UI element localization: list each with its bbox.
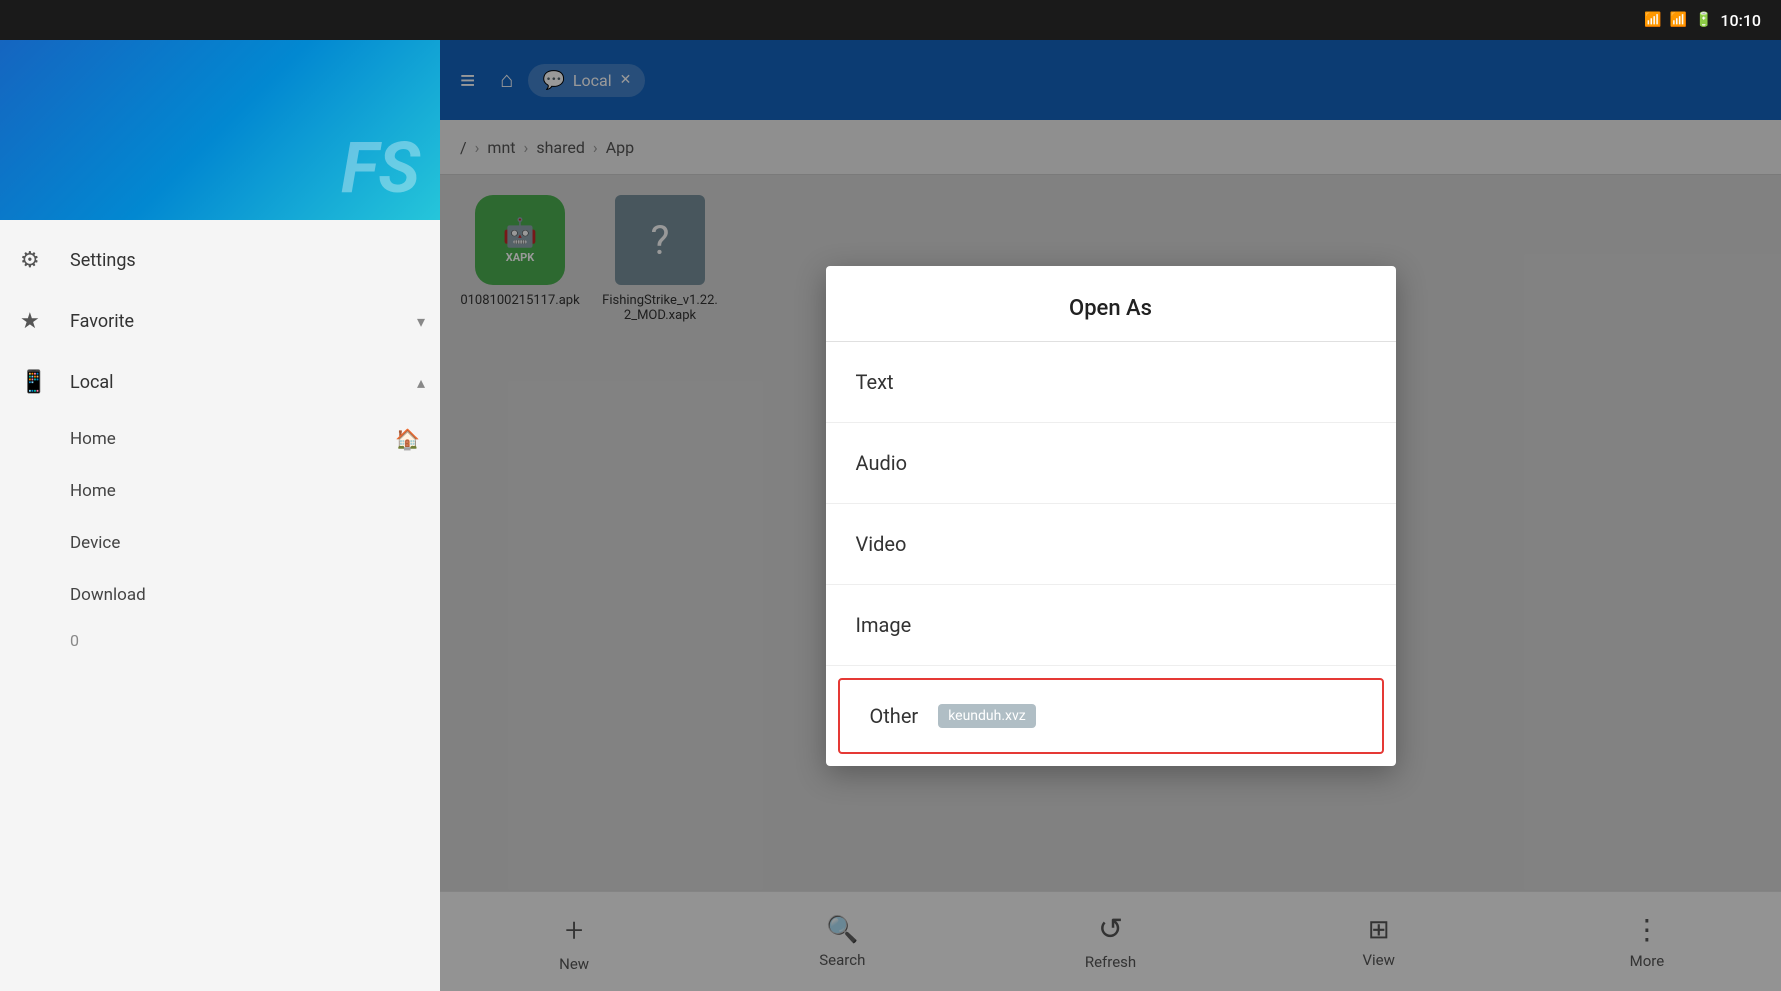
home1-icon: 🏠	[395, 427, 420, 451]
wifi-icon: 📶	[1644, 12, 1661, 28]
favorite-label: Favorite	[70, 311, 134, 332]
local-label: Local	[70, 372, 114, 393]
app-container: FS ⚙ Settings ★ Favorite ▾ 📱 Local ▴ Hom	[0, 40, 1781, 991]
dialog-option-video[interactable]: Video	[826, 504, 1396, 585]
sidebar-sub-home1[interactable]: Home 🏠	[0, 413, 440, 465]
sidebar-sub-device[interactable]: Device	[0, 517, 440, 569]
local-arrow: ▴	[417, 373, 425, 392]
sidebar-item-favorite[interactable]: ★ Favorite ▾	[0, 291, 440, 352]
sidebar-logo: FS	[341, 128, 420, 210]
dialog-option-audio[interactable]: Audio	[826, 423, 1396, 504]
sidebar-counter: 0	[0, 621, 440, 660]
battery-icon: 🔋	[1695, 12, 1712, 28]
sidebar-item-settings[interactable]: ⚙ Settings	[0, 230, 440, 291]
favorite-arrow: ▾	[417, 312, 425, 331]
sidebar-item-local[interactable]: 📱 Local ▴	[0, 352, 440, 413]
dialog-overlay[interactable]: Open As Text Audio Video Image Other keu…	[440, 40, 1781, 991]
clock: 10:10	[1720, 11, 1761, 30]
sidebar: FS ⚙ Settings ★ Favorite ▾ 📱 Local ▴ Hom	[0, 40, 440, 991]
home1-label: Home	[70, 429, 116, 449]
other-badge: keunduh.xvz	[938, 704, 1036, 728]
settings-label: Settings	[70, 250, 136, 271]
sidebar-sub-download[interactable]: Download	[0, 569, 440, 621]
dialog-title: Open As	[826, 266, 1396, 342]
open-as-dialog: Open As Text Audio Video Image Other keu…	[826, 266, 1396, 766]
home2-label: Home	[70, 481, 116, 501]
dialog-option-text[interactable]: Text	[826, 342, 1396, 423]
local-icon: 📱	[20, 370, 55, 395]
main-content: ≡ ⌂ 💬 Local ✕ / › mnt › shared › App 🤖	[440, 40, 1781, 991]
device-label: Device	[70, 533, 120, 553]
other-label: Other	[870, 704, 919, 728]
status-icons: 📶 📶 🔋 10:10	[1644, 11, 1761, 30]
download-label: Download	[70, 585, 146, 605]
status-bar: 📶 📶 🔋 10:10	[0, 0, 1781, 40]
favorite-icon: ★	[20, 309, 55, 334]
dialog-option-image[interactable]: Image	[826, 585, 1396, 666]
signal-icon: 📶	[1670, 12, 1687, 28]
settings-icon: ⚙	[20, 248, 55, 273]
sidebar-nav: ⚙ Settings ★ Favorite ▾ 📱 Local ▴ Home 🏠	[0, 220, 440, 670]
sidebar-header: FS	[0, 40, 440, 220]
sidebar-sub-home2[interactable]: Home	[0, 465, 440, 517]
dialog-option-other[interactable]: Other keunduh.xvz	[838, 678, 1384, 754]
